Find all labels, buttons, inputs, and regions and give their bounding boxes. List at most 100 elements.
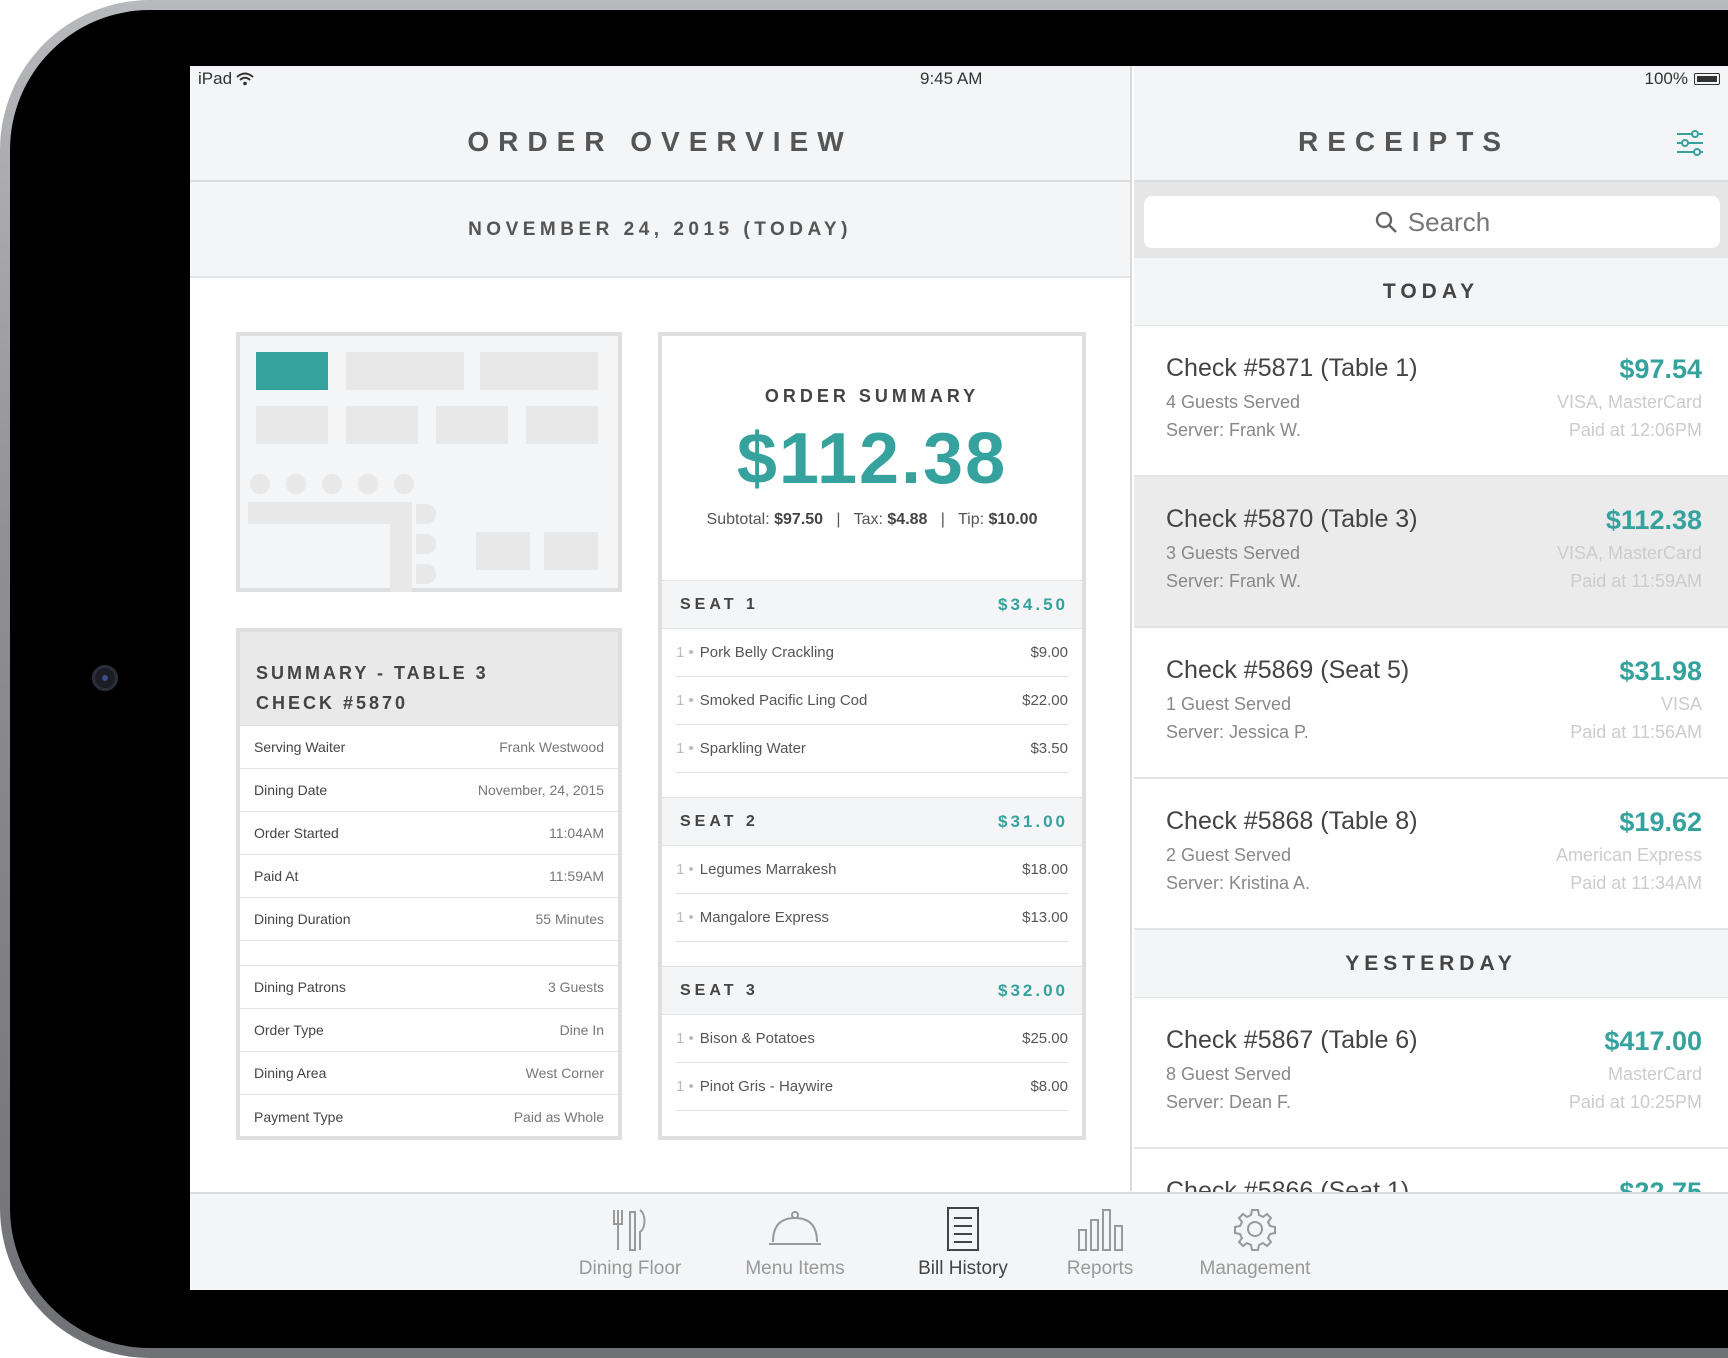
item-name: Smoked Pacific Ling Cod bbox=[699, 692, 868, 709]
seat-list: SEAT 1 $34.50 1 • Pork Belly Crackling $9.0… bbox=[662, 580, 1082, 1111]
row-label: Dining Duration bbox=[254, 911, 351, 927]
bar-chart-icon bbox=[1078, 1209, 1123, 1251]
tab-dining-floor[interactable]: Dining Floor bbox=[555, 1206, 705, 1280]
ipad-device: ORDER OVERVIEW NOVEMBER 24, 2015 (TODAY) bbox=[0, 0, 1728, 1358]
row-value: Frank Westwood bbox=[499, 739, 604, 755]
bar-seat[interactable] bbox=[394, 474, 414, 494]
bar-seat[interactable] bbox=[358, 474, 378, 494]
order-item[interactable]: 1 • Sparkling Water $3.50 bbox=[676, 725, 1068, 773]
receipts-list: TODAY Check #5871 (Table 1) 4 Guests Ser… bbox=[1134, 258, 1728, 1290]
bar-seat[interactable] bbox=[416, 534, 436, 554]
summary-row: Dining Date November, 24, 2015 bbox=[240, 769, 618, 812]
receipt-row[interactable]: Check #5868 (Table 8) 2 Guest Served Ser… bbox=[1134, 779, 1728, 930]
check-server: Server: Frank W. bbox=[1166, 571, 1302, 591]
summary-header: SUMMARY - TABLE 3 CHECK #5870 bbox=[240, 632, 618, 726]
check-guests: 4 Guests Served bbox=[1166, 392, 1301, 412]
seat-amount: $34.50 bbox=[998, 594, 1068, 614]
floor-map[interactable] bbox=[236, 332, 622, 592]
floor-table[interactable] bbox=[476, 532, 530, 570]
check-paid-time: Paid at 10:25PM bbox=[1568, 1092, 1702, 1112]
floor-table[interactable] bbox=[256, 406, 328, 444]
tab-management[interactable]: Management bbox=[1175, 1206, 1335, 1280]
check-title: Check #5867 (Table 6) bbox=[1166, 1026, 1418, 1054]
battery-icon bbox=[1694, 73, 1720, 85]
bar-seat[interactable] bbox=[322, 474, 342, 494]
seat-header[interactable]: SEAT 3 $32.00 bbox=[662, 966, 1082, 1015]
order-item[interactable]: 1 • Pinot Gris - Haywire $8.00 bbox=[676, 1063, 1068, 1111]
table-3-selected[interactable] bbox=[256, 352, 328, 390]
order-item[interactable]: 1 • Smoked Pacific Ling Cod $22.00 bbox=[676, 677, 1068, 725]
tax-value: $4.88 bbox=[887, 511, 928, 528]
row-value: 11:04AM bbox=[549, 825, 604, 841]
tab-reports[interactable]: Reports bbox=[1035, 1206, 1165, 1280]
receipt-row[interactable]: Check #5867 (Table 6) 8 Guest Served Ser… bbox=[1134, 998, 1728, 1149]
bar-seat[interactable] bbox=[416, 504, 436, 524]
row-label: Paid At bbox=[254, 868, 299, 884]
tab-label: Bill History bbox=[918, 1258, 1008, 1279]
seat-header[interactable]: SEAT 1 $34.50 bbox=[662, 580, 1082, 629]
order-item[interactable]: 1 • Bison & Potatoes $25.00 bbox=[676, 1015, 1068, 1063]
check-title: Check #5871 (Table 1) bbox=[1166, 354, 1418, 382]
table-summary-card: SUMMARY - TABLE 3 CHECK #5870 Serving Wa… bbox=[236, 628, 622, 1140]
battery-percent: 100% bbox=[1644, 69, 1688, 88]
tab-label: Menu Items bbox=[745, 1258, 845, 1279]
receipt-row-selected[interactable]: Check #5870 (Table 3) 3 Guests Served Se… bbox=[1134, 477, 1728, 628]
floor-table[interactable] bbox=[526, 406, 598, 444]
bar-seat[interactable] bbox=[286, 474, 306, 494]
tab-menu-items[interactable]: Menu Items bbox=[715, 1206, 875, 1280]
item-qty: 1 • bbox=[676, 644, 694, 661]
row-value: 3 Guests bbox=[547, 979, 604, 995]
check-payment: VISA bbox=[1660, 694, 1702, 714]
section-header-today: TODAY bbox=[1134, 258, 1728, 326]
item-name: Pork Belly Crackling bbox=[699, 644, 834, 661]
receipt-row[interactable]: Check #5869 (Seat 5) 1 Guest Served Serv… bbox=[1134, 628, 1728, 779]
order-item[interactable]: 1 • Mangalore Express $13.00 bbox=[676, 894, 1068, 942]
seat-header[interactable]: SEAT 2 $31.00 bbox=[662, 797, 1082, 846]
row-value: Dine In bbox=[559, 1022, 604, 1038]
floor-table[interactable] bbox=[480, 352, 598, 390]
bar-counter bbox=[390, 502, 412, 592]
row-label: Serving Waiter bbox=[254, 739, 346, 755]
order-item[interactable]: 1 • Legumes Marrakesh $18.00 bbox=[676, 846, 1068, 894]
floor-table[interactable] bbox=[346, 352, 464, 390]
check-server: Server: Frank W. bbox=[1166, 420, 1302, 440]
cloche-icon bbox=[769, 1211, 821, 1245]
order-total: $112.38 bbox=[736, 419, 1008, 499]
floor-table[interactable] bbox=[436, 406, 508, 444]
bar-seat[interactable] bbox=[416, 564, 436, 584]
item-price: $18.00 bbox=[1022, 861, 1068, 878]
bar-seat[interactable] bbox=[250, 474, 270, 494]
item-name: Bison & Potatoes bbox=[699, 1030, 815, 1047]
item-price: $9.00 bbox=[1030, 644, 1068, 661]
receipt-row[interactable]: Check #5871 (Table 1) 4 Guests Served Se… bbox=[1134, 326, 1728, 477]
check-paid-time: Paid at 12:06PM bbox=[1568, 420, 1702, 440]
seat-name: SEAT 2 bbox=[680, 812, 759, 830]
item-qty: 1 • bbox=[676, 1030, 694, 1047]
item-qty: 1 • bbox=[676, 909, 694, 926]
check-server: Server: Kristina A. bbox=[1166, 873, 1311, 893]
item-name: Pinot Gris - Haywire bbox=[699, 1078, 834, 1095]
check-payment: VISA, MasterCard bbox=[1556, 392, 1702, 412]
summary-row: Order Type Dine In bbox=[240, 1009, 618, 1052]
summary-row: Dining Duration 55 Minutes bbox=[240, 898, 618, 941]
item-price: $8.00 bbox=[1030, 1078, 1068, 1095]
tab-bill-history[interactable]: Bill History bbox=[888, 1206, 1038, 1280]
order-summary-card: ORDER SUMMARY $112.38 Subtotal: $97.50 |… bbox=[658, 332, 1086, 1140]
check-amount: $31.98 bbox=[1619, 656, 1702, 686]
app-screen: ORDER OVERVIEW NOVEMBER 24, 2015 (TODAY) bbox=[190, 66, 1728, 1290]
floor-table[interactable] bbox=[346, 406, 418, 444]
check-guests: 3 Guests Served bbox=[1166, 543, 1301, 563]
row-label: Order Type bbox=[254, 1022, 324, 1038]
check-title: Check #5868 (Table 8) bbox=[1166, 807, 1418, 835]
order-item[interactable]: 1 • Pork Belly Crackling $9.00 bbox=[676, 629, 1068, 677]
status-right: 100% bbox=[1645, 69, 1720, 89]
check-amount: $417.00 bbox=[1604, 1026, 1702, 1056]
check-amount: $112.38 bbox=[1605, 505, 1702, 535]
summary-row: Dining Area West Corner bbox=[240, 1052, 618, 1095]
check-server: Server: Dean F. bbox=[1166, 1092, 1292, 1112]
floor-table[interactable] bbox=[544, 532, 598, 570]
row-label: Dining Patrons bbox=[254, 979, 346, 995]
tab-bar: Dining Floor Menu Items Bill History Rep… bbox=[190, 1192, 1728, 1290]
search-input[interactable]: Search bbox=[1144, 196, 1720, 248]
filter-sliders-icon[interactable] bbox=[1675, 128, 1705, 158]
